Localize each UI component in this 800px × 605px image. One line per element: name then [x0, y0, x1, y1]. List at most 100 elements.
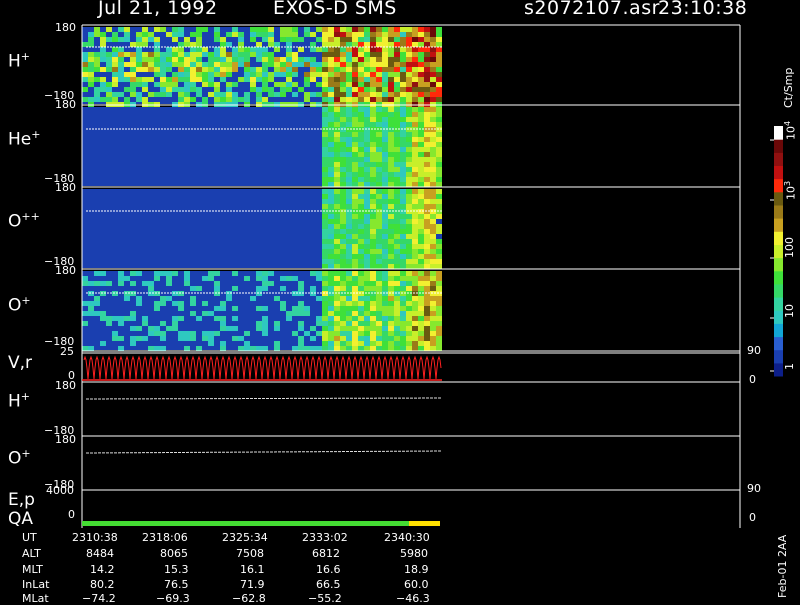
heatmap-cell: [304, 72, 310, 77]
heatmap-cell: [340, 107, 346, 112]
heatmap-cell: [424, 331, 430, 336]
heatmap-cell: [274, 92, 280, 97]
heatmap-cell: [436, 194, 442, 199]
heatmap-cell: [262, 37, 268, 42]
heatmap-cell: [412, 229, 418, 234]
heatmap-cell: [262, 281, 268, 286]
heatmap-cell: [142, 37, 148, 42]
heatmap-cell: [424, 234, 430, 239]
heatmap-cell: [100, 52, 106, 57]
heatmap-cell: [220, 57, 226, 62]
heatmap-cell: [382, 52, 388, 57]
heatmap-cell: [436, 42, 442, 47]
heatmap-cell: [280, 57, 286, 62]
heatmap-cell: [370, 321, 376, 326]
heatmap-cell: [400, 137, 406, 142]
heatmap-cell: [424, 157, 430, 162]
heatmap-cell: [394, 199, 400, 204]
heatmap-cell: [418, 311, 424, 316]
heatmap-cell: [142, 27, 148, 32]
heatmap-cell: [322, 224, 328, 229]
heatmap-cell: [406, 167, 412, 172]
heatmap-cell: [418, 107, 424, 112]
heatmap-cell: [160, 77, 166, 82]
heatmap-cell: [346, 249, 352, 254]
heatmap-cell: [124, 87, 130, 92]
heatmap-cell: [256, 326, 262, 331]
heatmap-cell: [112, 52, 118, 57]
heatmap-cell: [394, 37, 400, 42]
heatmap-cell: [418, 316, 424, 321]
heatmap-cell: [358, 316, 364, 321]
heatmap-cell: [424, 336, 430, 341]
heatmap-cell: [190, 57, 196, 62]
heatmap-cell: [424, 254, 430, 259]
heatmap-cell: [406, 264, 412, 269]
heatmap-cell: [418, 77, 424, 82]
heatmap-cell: [370, 346, 376, 351]
heatmap-cell: [352, 214, 358, 219]
heatmap-cell: [364, 271, 370, 276]
heatmap-cell: [190, 72, 196, 77]
heatmap-cell: [196, 286, 202, 291]
heatmap-cell: [148, 346, 154, 351]
heatmap-cell: [418, 281, 424, 286]
heatmap-cell: [214, 82, 220, 87]
heatmap-cell: [424, 122, 430, 127]
heatmap-cell: [322, 321, 328, 326]
heatmap-cell: [430, 219, 436, 224]
heatmap-cell: [274, 67, 280, 72]
heatmap-cell: [142, 52, 148, 57]
heatmap-cell: [286, 57, 292, 62]
heatmap-cell: [118, 336, 124, 341]
heatmap-cell: [388, 172, 394, 177]
eph-label-ut: UT: [22, 531, 37, 544]
heatmap-cell: [322, 122, 328, 127]
heatmap-cell: [190, 331, 196, 336]
heatmap-cell: [388, 162, 394, 167]
heatmap-cell: [412, 172, 418, 177]
heatmap-cell: [370, 271, 376, 276]
heatmap-cell: [388, 67, 394, 72]
heatmap-cell: [382, 92, 388, 97]
heatmap-cell: [292, 37, 298, 42]
heatmap-cell: [94, 87, 100, 92]
heatmap-cell: [364, 167, 370, 172]
heatmap-cell: [340, 194, 346, 199]
colorbar-swatch: [774, 257, 783, 272]
heatmap-cell: [124, 296, 130, 301]
heatmap-cell: [406, 234, 412, 239]
heatmap-cell: [418, 47, 424, 52]
heatmap-cell: [82, 97, 88, 102]
heatmap-cell: [238, 346, 244, 351]
heatmap-cell: [412, 214, 418, 219]
heatmap-cell: [376, 172, 382, 177]
heatmap-cell: [412, 147, 418, 152]
heatmap-cell: [298, 87, 304, 92]
heatmap-cell: [82, 72, 88, 77]
heatmap-cell: [88, 32, 94, 37]
heatmap-cell: [328, 47, 334, 52]
heatmap-cell: [430, 132, 436, 137]
heatmap-cell: [352, 331, 358, 336]
heatmap-cell: [280, 27, 286, 32]
heatmap-cell: [166, 67, 172, 72]
heatmap-cell: [322, 142, 328, 147]
heatmap-cell: [154, 326, 160, 331]
heatmap-cell: [418, 42, 424, 47]
heatmap-cell: [352, 37, 358, 42]
heatmap-cell: [106, 67, 112, 72]
heatmap-cell: [394, 316, 400, 321]
heatmap-cell: [406, 77, 412, 82]
heatmap-cell: [436, 341, 442, 346]
colorbar-swatch: [774, 283, 783, 298]
heatmap-cell: [256, 42, 262, 47]
heatmap-cell: [424, 281, 430, 286]
heatmap-cell: [82, 57, 88, 62]
heatmap-cell: [364, 42, 370, 47]
heatmap-cell: [124, 27, 130, 32]
heatmap-cell: [424, 42, 430, 47]
heatmap-cell: [322, 147, 328, 152]
heatmap-cell: [412, 117, 418, 122]
heatmap-cell: [136, 32, 142, 37]
